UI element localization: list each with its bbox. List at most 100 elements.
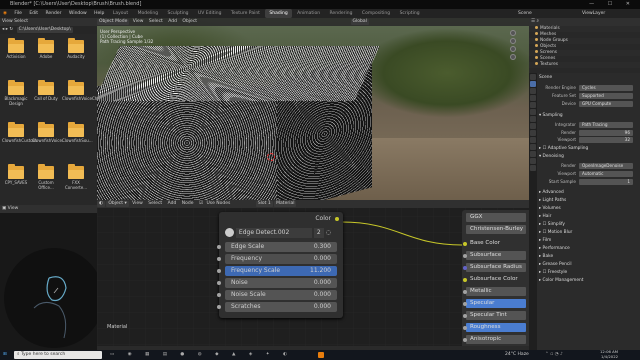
- subsurface-radius-field[interactable]: Subsurface Radius: [463, 263, 526, 272]
- folder-item[interactable]: ClownfishVoiceCh...: [62, 80, 101, 110]
- tab-sculpting[interactable]: Sculpting: [164, 9, 193, 18]
- taskbar-pinned-apps[interactable]: ▭ ◉ ▦ ▤ ● ◍ ◆ ▲ ◈ ✦ ◐: [110, 350, 293, 360]
- texture-group-node[interactable]: Color Edge Detect.002 2 ◌ Edge Scale 0.30…: [217, 212, 343, 318]
- denoising-subsection[interactable]: ▾ Denoising: [539, 154, 637, 160]
- material-icon[interactable]: [530, 158, 536, 164]
- pan-hand-icon[interactable]: [510, 38, 516, 44]
- output-icon[interactable]: [530, 88, 536, 94]
- tab-scripting[interactable]: Scripting: [396, 9, 424, 18]
- tab-rendering[interactable]: Rendering: [326, 9, 357, 18]
- tab-uv-editing[interactable]: UV Editing: [194, 9, 225, 18]
- section-freestyle[interactable]: ▸ ☐ Freestyle: [539, 270, 637, 276]
- particles-icon[interactable]: [530, 130, 536, 136]
- taskbar-search-input[interactable]: ⌕ Type here to search: [14, 351, 102, 359]
- system-tray-icons[interactable]: ⌃ ▫ ◔ ♪: [545, 350, 563, 360]
- object-mode-dropdown[interactable]: Object Mode: [97, 19, 130, 25]
- viewport-samples-row[interactable]: Viewport 32: [541, 137, 637, 143]
- feature-set-dropdown[interactable]: Supported: [579, 93, 633, 99]
- outliner-row[interactable]: Textures: [529, 62, 640, 68]
- file-browser-menus[interactable]: View Select: [0, 18, 30, 26]
- specular-tint-field[interactable]: Specular Tint: [463, 311, 526, 320]
- subsurface-color-field[interactable]: Subsurface Color: [463, 275, 526, 284]
- folder-item[interactable]: Activision: [2, 38, 30, 68]
- start-sample-row[interactable]: Start Sample 1: [541, 179, 637, 185]
- weather-widget[interactable]: 24°C Haze: [505, 350, 529, 360]
- data-icon[interactable]: [530, 151, 536, 157]
- render-engine-row[interactable]: Render Engine Cycles: [541, 85, 637, 91]
- windows-start-icon[interactable]: ⊞: [3, 350, 7, 360]
- section-film[interactable]: ▸ Film: [539, 238, 637, 244]
- menu-window[interactable]: Window: [66, 9, 90, 18]
- principled-bsdf-node[interactable]: GGX Christensen-Burley Base Color Subsur…: [462, 210, 529, 350]
- section-simplify[interactable]: ▸ ☐ Simplify: [539, 222, 637, 228]
- section-light-paths[interactable]: ▸ Light Paths: [539, 198, 637, 204]
- cube-front-face[interactable]: [97, 86, 277, 200]
- users-count[interactable]: 2: [313, 228, 324, 238]
- constraints-icon[interactable]: [530, 144, 536, 150]
- metallic-field[interactable]: Metallic: [463, 287, 526, 296]
- tab-modeling[interactable]: Modeling: [134, 9, 162, 18]
- view-layer-selector[interactable]: ViewLayer: [582, 9, 605, 18]
- section-motion-blur[interactable]: ▸ ☐ Motion Blur: [539, 230, 637, 236]
- cube-top-face[interactable]: [97, 46, 380, 101]
- menu-help[interactable]: Help: [91, 9, 107, 18]
- integrator-row[interactable]: Integrator Path Tracing: [541, 122, 637, 128]
- subsurface-field[interactable]: Subsurface: [463, 251, 526, 260]
- tab-layout[interactable]: Layout: [109, 9, 132, 18]
- tab-texture-paint[interactable]: Texture Paint: [227, 9, 264, 18]
- viewport-samples-field[interactable]: 32: [579, 137, 633, 143]
- device-dropdown[interactable]: GPU Compute: [579, 101, 633, 107]
- fake-user-icon[interactable]: ◌: [326, 229, 331, 236]
- section-hair[interactable]: ▸ Hair: [539, 214, 637, 220]
- frequency-field[interactable]: Frequency 0.000: [217, 254, 337, 264]
- section-performance[interactable]: ▸ Performance: [539, 246, 637, 252]
- denoise-viewport-row[interactable]: Viewport Automatic: [541, 171, 637, 177]
- viewport-menu-add[interactable]: Add: [166, 18, 179, 26]
- noise-scale-field[interactable]: Noise Scale 0.000: [217, 290, 337, 300]
- folder-item[interactable]: Adobe: [32, 38, 60, 68]
- preview-view-menu[interactable]: ▣ View: [0, 205, 20, 213]
- folder-item[interactable]: Custom Office...: [32, 164, 60, 194]
- camera-icon[interactable]: [510, 46, 516, 52]
- feature-set-row[interactable]: Feature Set Supported: [541, 93, 637, 99]
- viewport-menu-select[interactable]: Select: [147, 18, 165, 26]
- noise-field[interactable]: Noise 0.000: [217, 278, 337, 288]
- folder-item[interactable]: CPY_SAVES: [2, 164, 30, 194]
- roughness-field[interactable]: Roughness: [463, 323, 526, 332]
- frequency-scale-field[interactable]: Frequency Scale 11.200: [217, 266, 337, 276]
- tab-compositing[interactable]: Compositing: [358, 9, 394, 18]
- denoise-render-row[interactable]: Render OpenImageDenoise: [541, 163, 637, 169]
- menu-render[interactable]: Render: [43, 9, 65, 18]
- file-path-input[interactable]: C:\Users\User\Desktop\: [16, 27, 73, 33]
- render-samples-field[interactable]: 96: [579, 130, 633, 136]
- texture-icon[interactable]: [530, 165, 536, 171]
- viewport-menu-view[interactable]: View: [131, 18, 146, 26]
- integrator-dropdown[interactable]: Path Tracing: [579, 122, 633, 128]
- physics-icon[interactable]: [530, 137, 536, 143]
- grid-icon[interactable]: [510, 54, 516, 60]
- outliner-filter-icon[interactable]: ☰ ⌕: [529, 18, 541, 26]
- section-advanced[interactable]: ▸ Advanced: [539, 190, 637, 196]
- shader-node-editor[interactable]: ◐ Object ▾ View Select Add Node ☑ Use No…: [97, 200, 529, 350]
- back-arrow-icon[interactable]: ◂ ▸ ↻: [0, 26, 15, 34]
- node-group-selector[interactable]: Edge Detect.002 2 ◌: [225, 228, 337, 238]
- scene-selector[interactable]: Scene: [518, 9, 532, 18]
- section-bake[interactable]: ▸ Bake: [539, 254, 637, 260]
- denoise-viewport-dropdown[interactable]: Automatic: [579, 171, 633, 177]
- object-icon[interactable]: [530, 116, 536, 122]
- transform-orientation-dropdown[interactable]: Global: [350, 19, 369, 25]
- 3d-viewport[interactable]: Object Mode View Select Add Object Globa…: [97, 18, 529, 200]
- folder-item[interactable]: FXX Convertе...: [62, 164, 90, 194]
- 3d-cursor-icon[interactable]: [267, 153, 275, 161]
- color-output-socket[interactable]: [335, 217, 339, 221]
- section-volumes[interactable]: ▸ Volumes: [539, 206, 637, 212]
- modifier-icon[interactable]: [530, 123, 536, 129]
- tab-animation[interactable]: Animation: [293, 9, 324, 18]
- adaptive-sampling-subsection[interactable]: ▸ ☐ Adaptive Sampling: [539, 146, 637, 152]
- menu-file[interactable]: File: [11, 9, 25, 18]
- world-icon[interactable]: [530, 109, 536, 115]
- taskbar-clock[interactable]: 12:06 AM 1/4/2022: [600, 349, 618, 359]
- scene-icon[interactable]: [530, 102, 536, 108]
- render-icon[interactable]: [530, 81, 536, 87]
- subsurface-method-dropdown[interactable]: Christensen-Burley: [466, 225, 526, 234]
